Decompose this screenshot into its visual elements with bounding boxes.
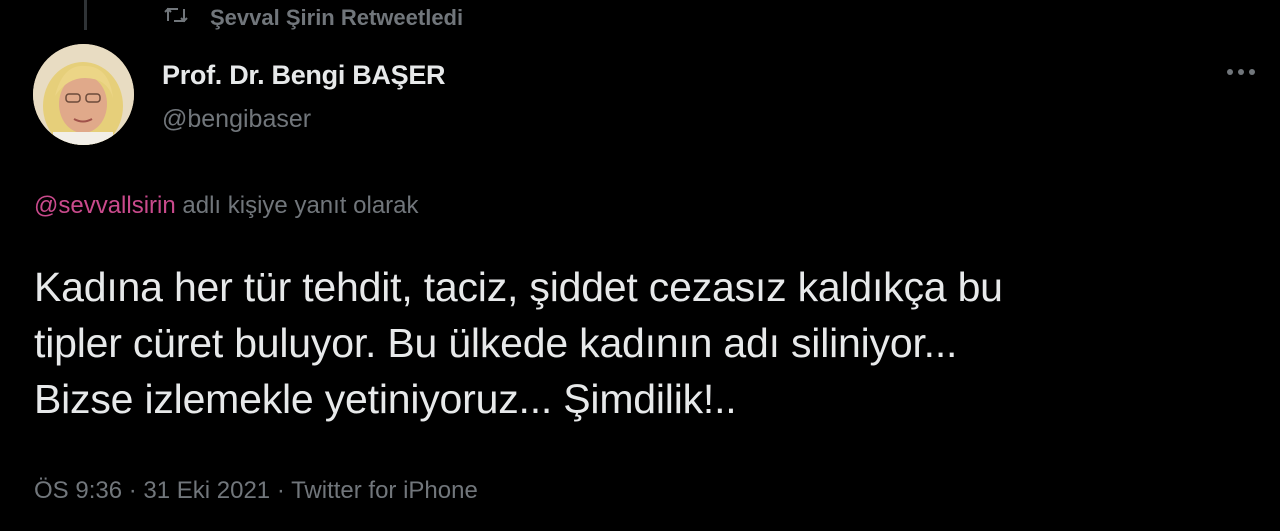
avatar[interactable] [33,44,134,145]
thread-line [84,0,87,30]
retweet-icon [164,5,210,31]
tweet-date[interactable]: 31 Eki 2021 [143,477,270,504]
author-block: Prof. Dr. Bengi BAŞER @bengibaser [162,58,446,136]
tweet-text: Kadına her tür tehdit, taciz, şiddet cez… [34,259,1254,427]
tweet-time[interactable]: ÖS 9:36 [34,477,122,504]
tweet-text-line: Kadına her tür tehdit, taciz, şiddet cez… [34,264,1003,310]
meta-separator: · [122,477,144,504]
author-handle[interactable]: @bengibaser [162,102,445,136]
author-name[interactable]: Prof. Dr. Bengi BAŞER [162,58,446,92]
tweet-source[interactable]: Twitter for iPhone [291,477,478,504]
reply-context-label: adlı kişiye yanıt olarak [175,192,419,219]
tweet-meta: ÖS 9:36 · 31 Eki 2021 · Twitter for iPho… [34,475,478,507]
reply-handle-link[interactable]: @sevvallsirin [34,192,176,219]
meta-separator: · [270,477,292,504]
retweet-label: Şevval Şirin Retweetledi [210,5,464,30]
retweet-indicator[interactable]: Şevval Şirin Retweetledi [164,4,463,32]
tweet-text-line: Bizse izlemekle yetiniyoruz... Şimdilik!… [34,376,737,422]
more-horizontal-icon [1226,63,1256,81]
more-button[interactable] [1220,58,1262,86]
reply-context: @sevvallsirin adlı kişiye yanıt olarak [34,190,419,222]
tweet-text-line: tipler cüret buluyor. Bu ülkede kadının … [34,320,958,366]
tweet-card[interactable]: Şevval Şirin Retweetledi Prof. Dr. Bengi… [0,0,1280,531]
